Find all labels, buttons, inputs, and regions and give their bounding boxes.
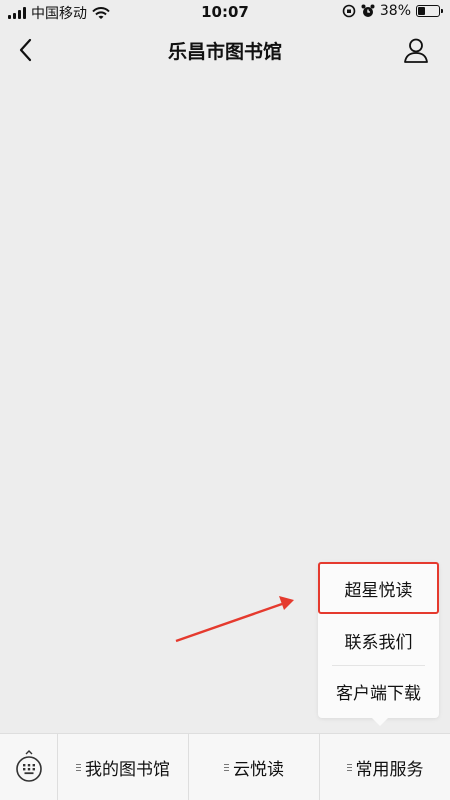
menu-list-icon bbox=[346, 764, 352, 771]
keyboard-toggle-button[interactable] bbox=[0, 734, 58, 800]
popup-menu: 超星悦读 联系我们 客户端下载 bbox=[318, 562, 439, 726]
menu-item-label: 客户端下载 bbox=[336, 683, 421, 704]
tab-label: 云悦读 bbox=[233, 759, 284, 780]
menu-item-label: 联系我们 bbox=[344, 632, 413, 653]
tab-my-library[interactable]: 我的图书馆 bbox=[58, 734, 189, 800]
tab-common-services[interactable]: 常用服务 bbox=[320, 734, 450, 800]
keyboard-icon bbox=[15, 750, 42, 782]
tab-label: 我的图书馆 bbox=[85, 759, 170, 780]
tab-cloud-read[interactable]: 云悦读 bbox=[189, 734, 320, 800]
tab-label: 常用服务 bbox=[355, 759, 424, 780]
menu-list-icon bbox=[76, 764, 81, 771]
menu-list-icon bbox=[224, 764, 229, 771]
menu-item-chaoxing-read[interactable]: 超星悦读 bbox=[318, 562, 439, 614]
menu-item-client-download[interactable]: 客户端下载 bbox=[318, 666, 439, 716]
menu-item-label: 超星悦读 bbox=[344, 580, 413, 601]
menu-item-contact-us[interactable]: 联系我们 bbox=[318, 615, 439, 665]
bottom-menu-bar: 我的图书馆 云悦读 常用服务 bbox=[0, 733, 450, 800]
